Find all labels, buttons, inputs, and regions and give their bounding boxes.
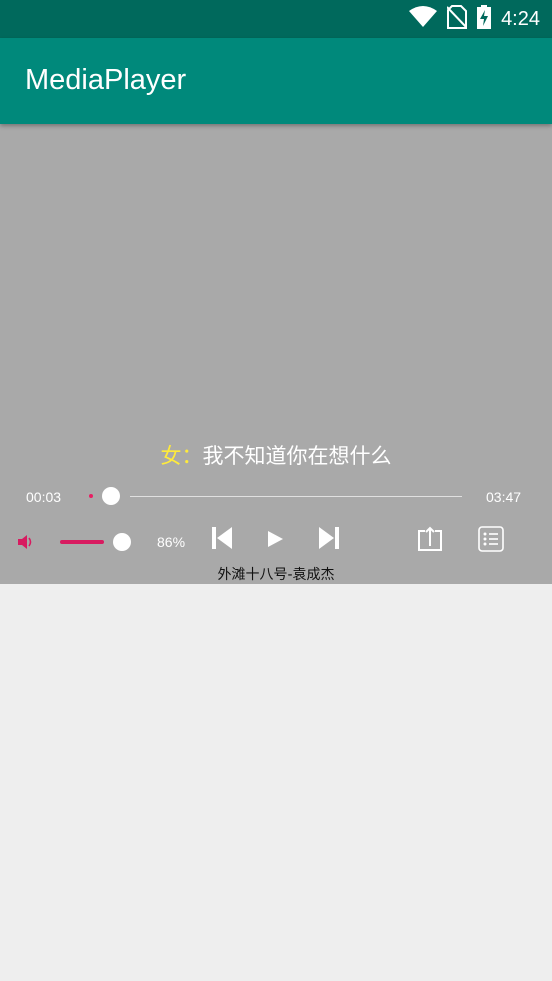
lyric-speaker: 女：: [160, 444, 203, 468]
total-time: 03:47: [486, 489, 522, 505]
wifi-icon: [409, 6, 438, 32]
no-sim-icon: [446, 5, 468, 33]
app-bar: MediaPlayer: [0, 38, 552, 124]
seek-progress: [89, 494, 93, 498]
status-time: 4:24: [501, 7, 540, 30]
share-icon[interactable]: [414, 524, 446, 554]
status-bar: 4:24: [0, 0, 552, 38]
lyric-line: 女：我不知道你在想什么: [0, 440, 552, 470]
seek-bar[interactable]: [130, 496, 462, 497]
volume-thumb[interactable]: [113, 533, 131, 551]
song-title: 外滩十八号-袁成杰: [217, 567, 335, 583]
seek-thumb[interactable]: [102, 487, 120, 505]
current-time: 00:03: [26, 489, 62, 505]
next-icon[interactable]: [315, 524, 343, 552]
battery-charging-icon: [477, 5, 492, 33]
app-title: MediaPlayer: [25, 64, 187, 96]
previous-icon[interactable]: [208, 524, 236, 552]
lyric-text: 我不知道你在想什么: [202, 444, 392, 468]
volume-percent: 86%: [157, 534, 186, 550]
playlist-icon[interactable]: [476, 524, 506, 554]
volume-icon[interactable]: [16, 532, 36, 552]
video-player[interactable]: 女：我不知道你在想什么 00:03 03:47 86% 外滩十八号-袁成杰: [0, 124, 552, 584]
play-icon[interactable]: [262, 526, 288, 552]
empty-content-area: [0, 584, 552, 981]
volume-bar[interactable]: [60, 540, 104, 544]
status-icons: 4:24: [409, 0, 540, 38]
